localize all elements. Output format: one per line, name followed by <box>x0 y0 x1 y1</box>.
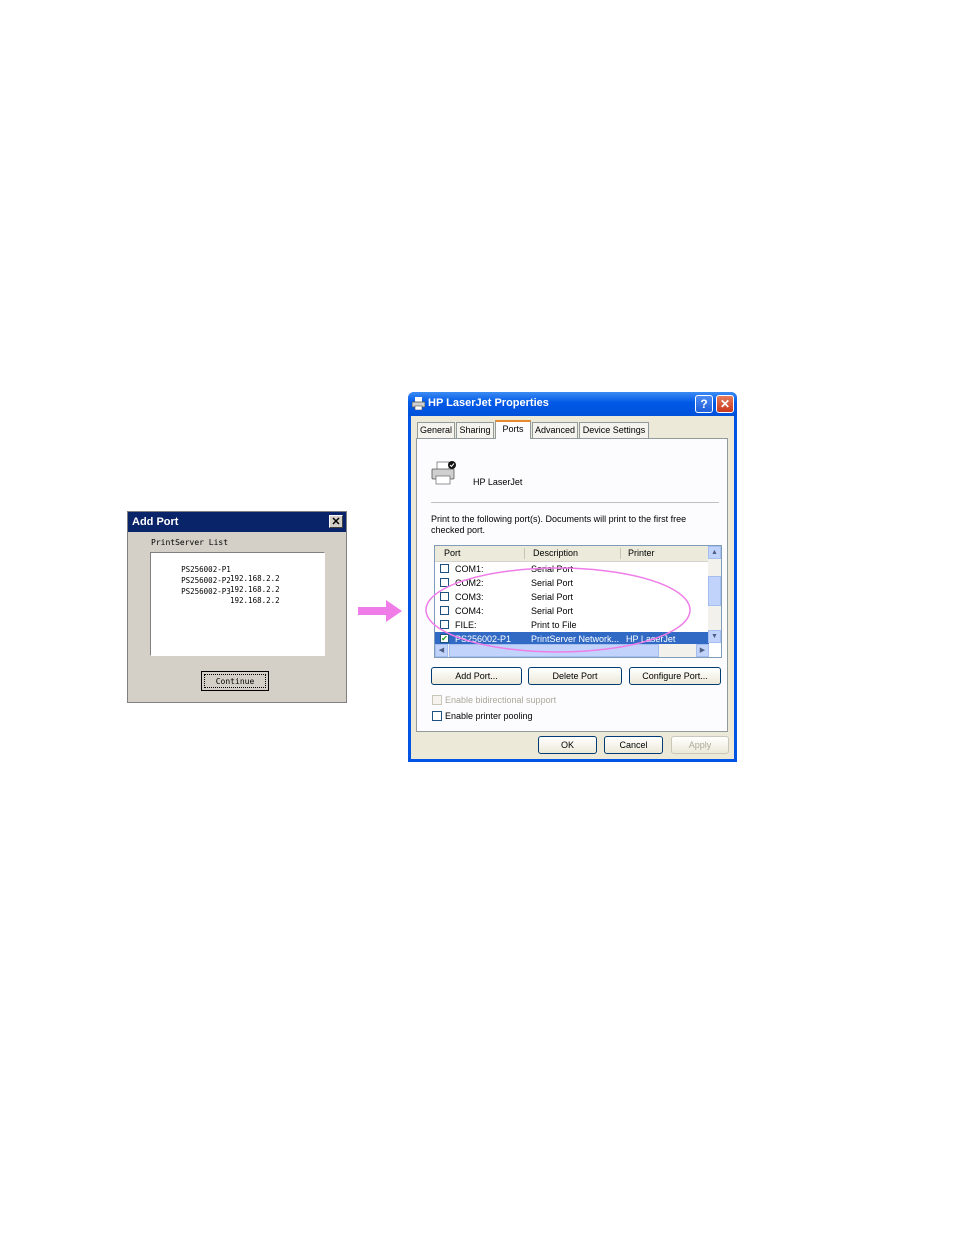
ports-list-header: Port Description Printer <box>435 546 709 562</box>
printserver-list-label: PrintServer List <box>151 538 229 547</box>
continue-button-label: Continue <box>204 674 266 688</box>
apply-button[interactable]: Apply <box>671 736 729 754</box>
add-port-button[interactable]: Add Port... <box>431 667 522 685</box>
ok-button[interactable]: OK <box>538 736 597 754</box>
tab-sharing[interactable]: Sharing <box>456 422 494 438</box>
checkbox-box <box>432 711 442 721</box>
scroll-thumb[interactable] <box>449 644 659 657</box>
pooling-checkbox[interactable]: Enable printer pooling <box>432 711 533 721</box>
server-name: PS256002-P3 <box>181 587 231 596</box>
port-description: Serial Port <box>531 578 574 588</box>
scroll-thumb[interactable] <box>708 576 721 606</box>
cancel-button[interactable]: Cancel <box>604 736 663 754</box>
port-checkbox-checked[interactable]: ✔ <box>440 634 449 643</box>
tab-general[interactable]: General <box>417 422 455 438</box>
vertical-scrollbar[interactable]: ▲ ▼ <box>708 546 721 643</box>
tab-ports[interactable]: Ports <box>495 420 531 439</box>
printserver-listbox[interactable]: PS256002-P1 192.168.2.2 PS256002-P2 192.… <box>150 552 325 656</box>
tab-device-settings[interactable]: Device Settings <box>579 422 649 438</box>
tab-advanced[interactable]: Advanced <box>532 422 578 438</box>
add-port-title-bar: Add Port ✕ <box>128 512 346 532</box>
table-row[interactable]: COM1: Serial Port <box>435 562 709 576</box>
help-icon[interactable]: ? <box>695 395 713 413</box>
column-port[interactable]: Port <box>444 546 461 561</box>
printer-name: HP LaserJet <box>473 477 523 487</box>
delete-port-button[interactable]: Delete Port <box>528 667 622 685</box>
port-name: COM2: <box>455 578 484 588</box>
ports-panel: HP LaserJet Print to the following port(… <box>416 438 728 732</box>
continue-button[interactable]: Continue <box>201 671 269 691</box>
properties-title: HP LaserJet Properties <box>428 397 549 409</box>
scroll-left-icon[interactable]: ◀ <box>435 644 448 657</box>
horizontal-scrollbar[interactable]: ◀ ▶ <box>435 644 709 657</box>
port-description: Serial Port <box>531 606 574 616</box>
ports-list[interactable]: Port Description Printer COM1: Serial Po… <box>434 545 722 658</box>
port-checkbox[interactable] <box>440 606 449 615</box>
port-name: COM3: <box>455 592 484 602</box>
properties-client-area: General Sharing Ports Advanced Device Se… <box>411 416 734 759</box>
divider <box>431 502 719 503</box>
port-description: Print to File <box>531 620 577 630</box>
pooling-label: Enable printer pooling <box>445 711 533 721</box>
port-checkbox[interactable] <box>440 620 449 629</box>
table-row[interactable]: FILE: Print to File <box>435 618 709 632</box>
arrow-right-icon <box>358 600 402 622</box>
table-row[interactable]: COM2: Serial Port <box>435 576 709 590</box>
table-row[interactable]: COM3: Serial Port <box>435 590 709 604</box>
port-description: Serial Port <box>531 564 574 574</box>
scroll-down-icon[interactable]: ▼ <box>708 630 721 643</box>
table-row[interactable]: COM4: Serial Port <box>435 604 709 618</box>
add-port-dialog: Add Port ✕ PrintServer List PS256002-P1 … <box>127 511 347 703</box>
column-printer[interactable]: Printer <box>628 546 655 561</box>
properties-title-bar: HP LaserJet Properties ? ✕ <box>408 392 737 416</box>
port-checkbox[interactable] <box>440 578 449 587</box>
checkbox-box <box>432 695 442 705</box>
add-port-title: Add Port <box>132 516 179 528</box>
port-name: COM4: <box>455 606 484 616</box>
list-item[interactable]: PS256002-P3 192.168.2.2 <box>154 578 280 614</box>
bidirectional-checkbox[interactable]: Enable bidirectional support <box>432 695 556 705</box>
port-description: Serial Port <box>531 592 574 602</box>
configure-port-button[interactable]: Configure Port... <box>629 667 721 685</box>
properties-dialog: HP LaserJet Properties ? ✕ General Shari… <box>408 392 737 762</box>
bidirectional-label: Enable bidirectional support <box>445 695 557 705</box>
printer-icon <box>431 461 456 485</box>
port-name: FILE: <box>455 620 477 630</box>
server-ip: 192.168.2.2 <box>230 596 280 605</box>
column-description[interactable]: Description <box>533 546 578 561</box>
close-icon[interactable]: ✕ <box>329 515 343 528</box>
ports-description: Print to the following port(s). Document… <box>431 514 687 535</box>
port-checkbox[interactable] <box>440 564 449 573</box>
port-name: COM1: <box>455 564 484 574</box>
close-icon[interactable]: ✕ <box>716 395 734 413</box>
scroll-up-icon[interactable]: ▲ <box>708 546 721 559</box>
server-ip: 192.168.2.2 <box>230 585 280 594</box>
port-checkbox[interactable] <box>440 592 449 601</box>
server-ip: 192.168.2.2 <box>230 574 280 583</box>
printer-small-icon <box>412 397 425 410</box>
scroll-right-icon[interactable]: ▶ <box>696 644 709 657</box>
